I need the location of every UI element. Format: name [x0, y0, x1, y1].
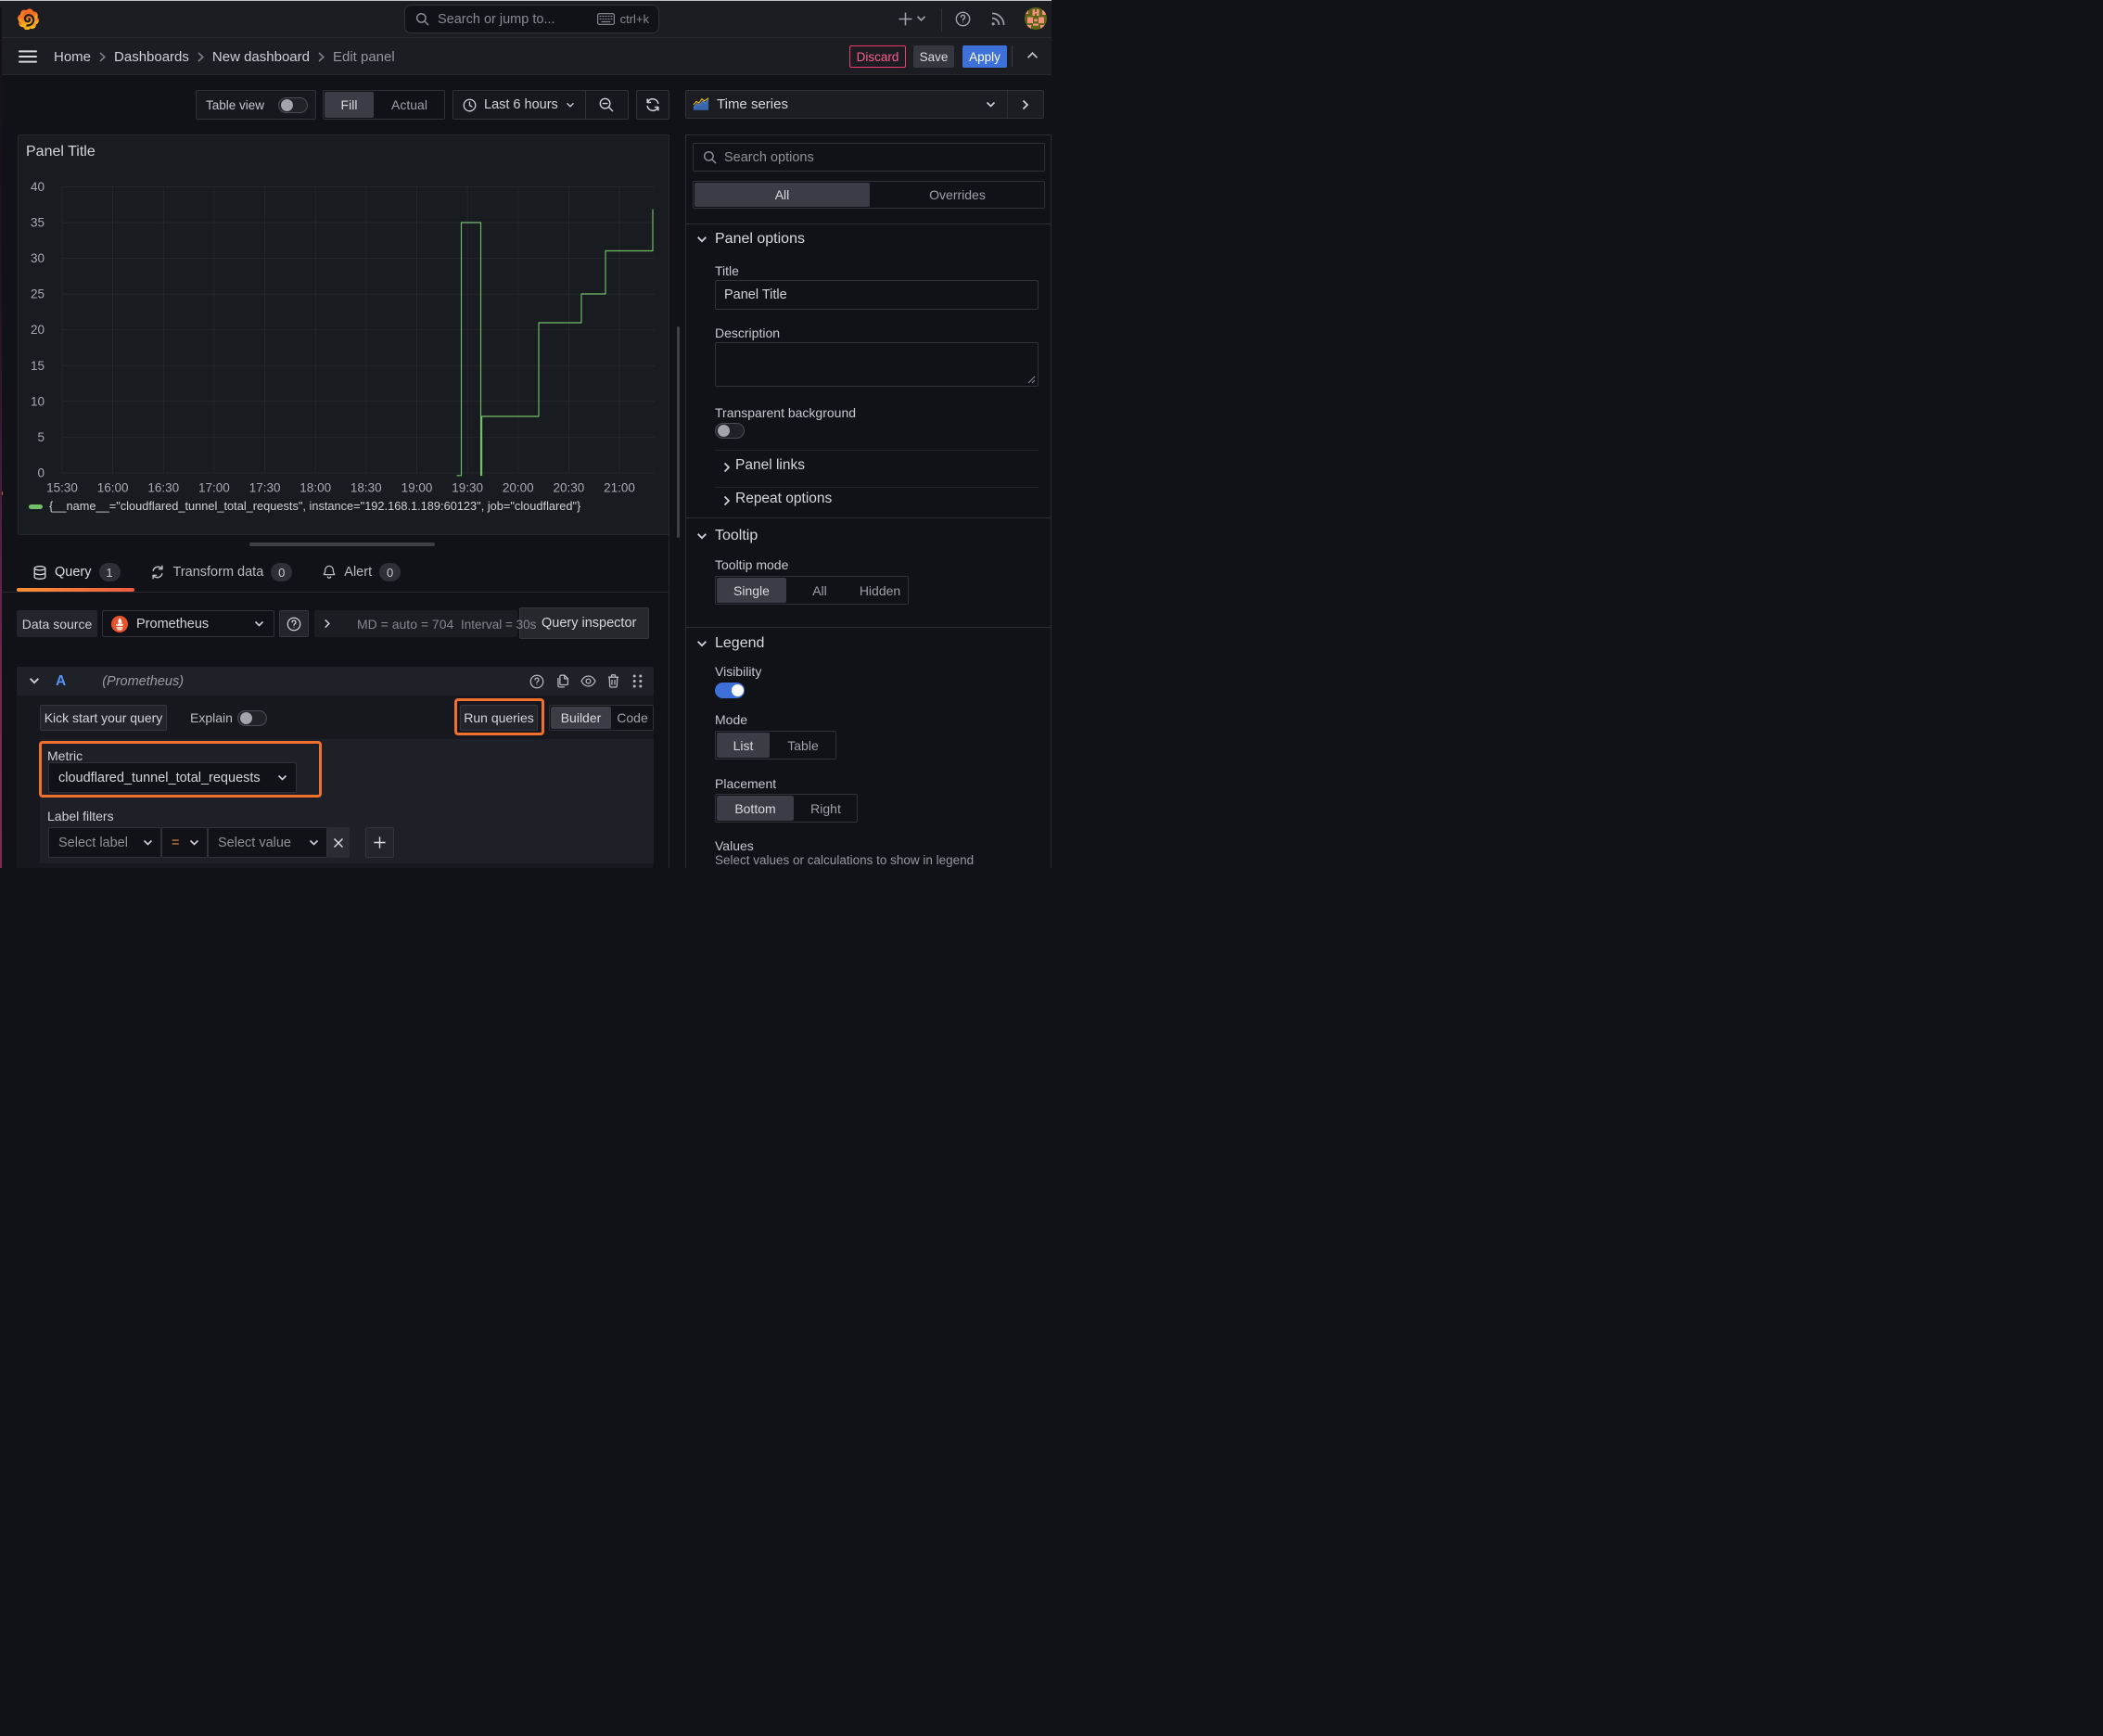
svg-text:16:30: 16:30: [147, 481, 179, 495]
svg-text:17:00: 17:00: [198, 481, 230, 495]
svg-text:17:30: 17:30: [249, 481, 281, 495]
svg-text:21:00: 21:00: [604, 481, 635, 495]
svg-text:19:30: 19:30: [452, 481, 483, 495]
svg-text:18:00: 18:00: [300, 481, 331, 495]
svg-text:20: 20: [31, 323, 45, 337]
svg-text:5: 5: [37, 430, 45, 444]
svg-text:0: 0: [37, 466, 45, 480]
svg-text:20:00: 20:00: [503, 481, 534, 495]
svg-text:25: 25: [31, 287, 45, 301]
svg-text:10: 10: [31, 394, 45, 408]
svg-text:20:30: 20:30: [554, 481, 585, 495]
svg-text:16:00: 16:00: [97, 481, 129, 495]
svg-text:35: 35: [31, 216, 45, 230]
svg-text:19:00: 19:00: [401, 481, 433, 495]
svg-text:15:30: 15:30: [46, 481, 78, 495]
svg-text:15: 15: [31, 359, 45, 373]
svg-text:40: 40: [31, 180, 45, 194]
svg-text:30: 30: [31, 251, 45, 265]
svg-text:18:30: 18:30: [350, 481, 382, 495]
svg-text:{__name__="cloudflared_tunnel_: {__name__="cloudflared_tunnel_total_requ…: [49, 499, 581, 513]
